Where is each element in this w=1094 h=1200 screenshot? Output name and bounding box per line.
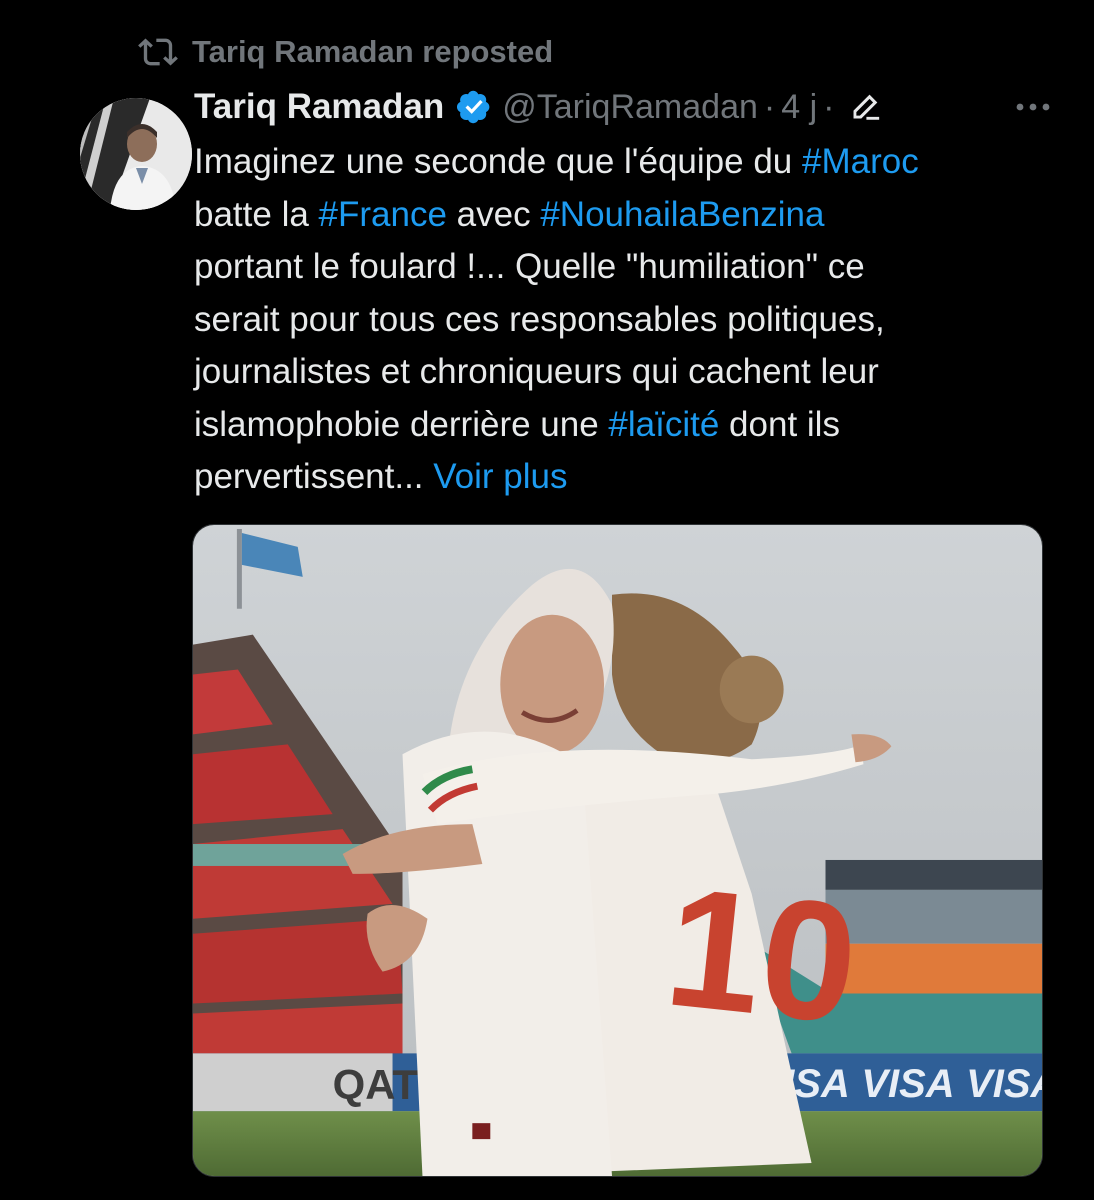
tweet-header: Tariq Ramadan @TariqRamadan · 4 j · [194,84,1054,130]
more-options-icon[interactable] [1012,90,1054,124]
edit-pencil-icon[interactable] [848,90,882,124]
separator-dot: · [823,87,835,126]
text-segment: pervertissent... [194,457,434,496]
post-time[interactable]: 4 j [781,88,817,127]
repost-indicator[interactable]: Tariq Ramadan reposted [138,30,553,74]
tweet-media-image[interactable]: QAT VISA VISA VISA 10 [192,524,1043,1177]
tweet-line: journalistes et chroniqueurs qui cachent… [194,352,879,391]
tweet-line: pervertissent... Voir plus [194,451,1064,504]
tweet-line: serait pour tous ces responsables politi… [194,299,885,339]
banner-text: VISA [966,1062,1042,1106]
repost-icon [138,38,178,66]
hashtag-france[interactable]: #France [319,195,447,234]
text-segment: avec [446,194,541,234]
text-segment: batte la [194,194,319,234]
text-segment: dont ils [719,404,840,444]
show-more-link[interactable]: Voir plus [433,457,567,496]
verified-badge-icon [457,90,490,124]
separator-dot: · [763,87,776,126]
tweet-line: batte la #France avec #NouhailaBenzina [194,189,1064,242]
hashtag-nouhailabenzina[interactable]: #NouhailaBenzina [540,195,824,234]
tweet-body: Imaginez une seconde que l'équipe du #Ma… [194,136,1064,504]
text-segment: islamophobie derrière une [194,404,609,444]
repost-label: Tariq Ramadan reposted [192,34,554,69]
author-avatar[interactable] [80,98,192,210]
jersey-number: 10 [658,851,865,1059]
banner-text: VISA [861,1062,954,1106]
tweet-line: islamophobie derrière une #laïcité dont … [194,399,1064,452]
text-segment: Imaginez une seconde que l'équipe du [194,142,802,181]
author-handle[interactable]: @TariqRamadan [502,88,758,127]
author-name[interactable]: Tariq Ramadan [194,87,444,127]
tweet-line: portant le foulard !... Quelle "humiliat… [194,247,865,286]
tweet-line: Imaginez une seconde que l'équipe du #Ma… [194,136,1064,189]
hashtag-laicite[interactable]: #laïcité [608,405,719,444]
hashtag-maroc[interactable]: #Maroc [802,142,919,181]
banner-text: QAT [333,1061,419,1108]
